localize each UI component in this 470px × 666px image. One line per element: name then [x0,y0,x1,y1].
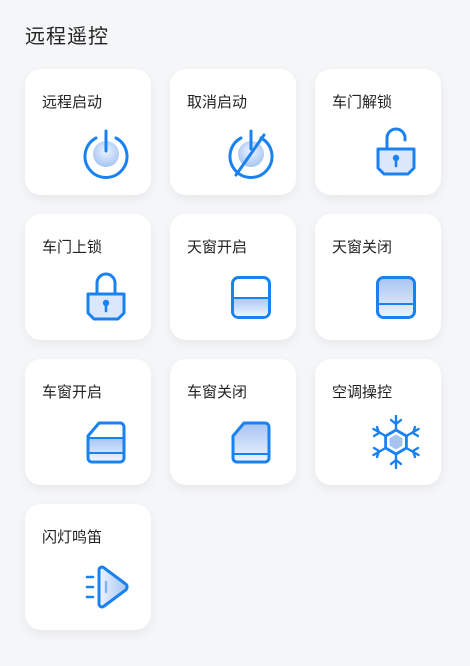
climate-control-button[interactable]: 空调操控 [315,359,441,485]
window-close-button[interactable]: 车窗关闭 [170,359,296,485]
power-icon [79,125,133,179]
cancel-start-label: 取消启动 [187,93,248,111]
window-open-label: 车窗开启 [42,383,103,401]
flash-horn-label: 闪灯鸣笛 [42,528,103,546]
snowflake-icon [369,415,423,469]
sunroof-open-label: 天窗开启 [187,238,248,256]
window-open-icon [79,415,133,469]
page-title: 远程遥控 [25,24,109,48]
unlock-icon [369,125,423,179]
flash-horn-button[interactable]: 闪灯鸣笛 [25,504,151,630]
window-open-button[interactable]: 车窗开启 [25,359,151,485]
door-lock-label: 车门上锁 [42,238,103,256]
sunroof-open-button[interactable]: 天窗开启 [170,214,296,340]
cancel-start-button[interactable]: 取消启动 [170,69,296,195]
sunroof-close-icon [369,270,423,324]
sunroof-open-icon [224,270,278,324]
climate-control-label: 空调操控 [332,383,393,401]
window-close-label: 车窗关闭 [187,383,248,401]
door-unlock-button[interactable]: 车门解锁 [315,69,441,195]
door-unlock-label: 车门解锁 [332,93,393,111]
door-lock-button[interactable]: 车门上锁 [25,214,151,340]
sunroof-close-label: 天窗关闭 [332,238,393,256]
window-close-icon [224,415,278,469]
control-grid: 远程启动 取消启动 车门解锁 车门上锁 天窗开启 天窗关闭 车窗开启 车窗关闭 … [25,69,441,630]
remote-start-button[interactable]: 远程启动 [25,69,151,195]
power-off-icon [224,125,278,179]
sunroof-close-button[interactable]: 天窗关闭 [315,214,441,340]
remote-start-label: 远程启动 [42,93,103,111]
lock-icon [79,270,133,324]
flash-horn-icon [79,560,133,614]
